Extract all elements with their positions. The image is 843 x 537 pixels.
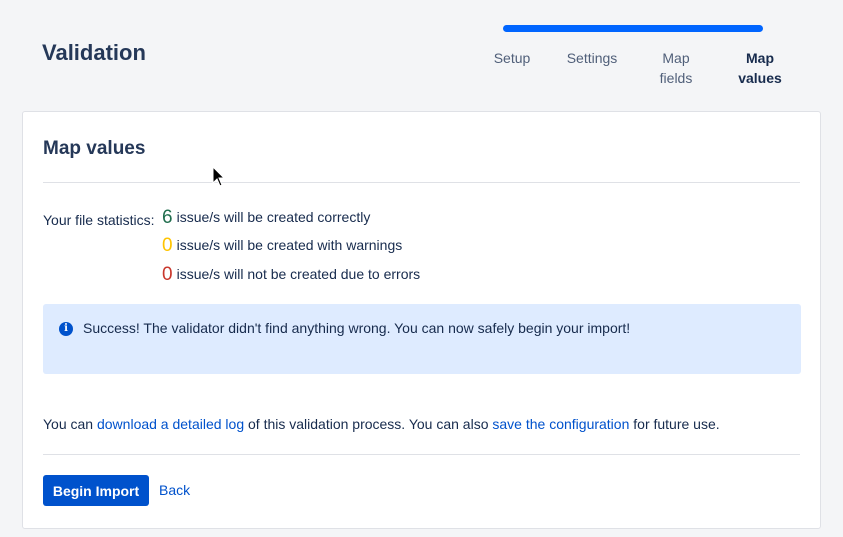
success-message: Success! The validator didn't find anyth… xyxy=(83,320,631,336)
log-text-middle: of this validation process. You can also xyxy=(244,416,493,432)
stat-count: 0 xyxy=(162,235,173,256)
step-label-line-1: Map xyxy=(662,50,690,66)
step-map-fields: Map fields xyxy=(634,48,718,88)
back-link[interactable]: Back xyxy=(159,482,190,498)
progress-tracker: Setup Settings Map fields Map values xyxy=(470,24,790,94)
stat-count: 6 xyxy=(162,207,173,228)
stat-row-errors: 0 issue/s will not be created due to erro… xyxy=(162,264,420,286)
divider xyxy=(43,454,800,455)
step-label-line-1: Map xyxy=(746,50,774,66)
step-label-line-2: values xyxy=(738,70,782,86)
progress-bar xyxy=(503,25,763,32)
log-sentence: You can download a detailed log of this … xyxy=(43,416,720,432)
step-label: Setup xyxy=(493,50,531,66)
log-text-prefix: You can xyxy=(43,416,97,432)
success-message-box: i Success! The validator didn't find any… xyxy=(43,304,801,374)
divider xyxy=(43,182,800,183)
step-label: Settings xyxy=(566,50,618,66)
step-settings: Settings xyxy=(550,48,634,68)
stat-text: issue/s will be created with warnings xyxy=(176,237,403,253)
save-configuration-link[interactable]: save the configuration xyxy=(492,416,629,432)
stat-row-warnings: 0 issue/s will be created with warnings xyxy=(162,235,402,257)
stat-text: issue/s will be created correctly xyxy=(176,209,371,225)
card-title: Map values xyxy=(43,138,146,159)
step-label-line-2: fields xyxy=(659,70,693,86)
stat-count: 0 xyxy=(162,264,173,285)
download-log-link[interactable]: download a detailed log xyxy=(97,416,244,432)
begin-import-button[interactable]: Begin Import xyxy=(43,475,149,506)
step-setup: Setup xyxy=(470,48,554,68)
stats-label: Your file statistics: xyxy=(43,212,155,228)
validation-page: Validation Setup Settings Map fields Map… xyxy=(0,0,843,537)
log-text-suffix: for future use. xyxy=(629,416,720,432)
mouse-cursor-icon xyxy=(212,166,226,187)
stat-text: issue/s will not be created due to error… xyxy=(176,266,421,282)
map-values-card: Map values Your file statistics: 6 issue/… xyxy=(22,111,821,529)
info-icon: i xyxy=(59,322,73,336)
page-title: Validation xyxy=(42,40,146,65)
stat-row-correct: 6 issue/s will be created correctly xyxy=(162,207,370,229)
step-map-values: Map values xyxy=(718,48,802,88)
